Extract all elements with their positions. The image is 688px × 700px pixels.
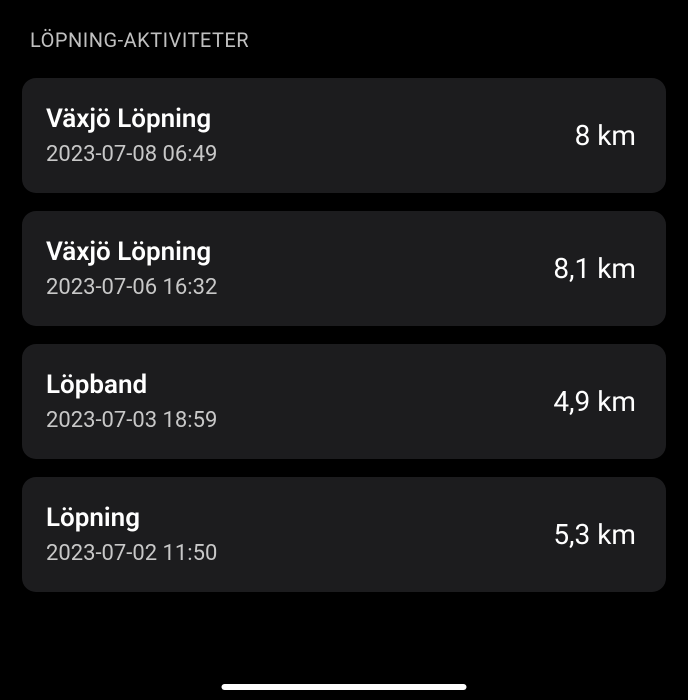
activity-distance: 5,3 km: [553, 518, 636, 551]
activity-title: Växjö Löpning: [46, 237, 217, 267]
activity-card[interactable]: Växjö Löpning 2023-07-06 16:32 8,1 km: [22, 211, 666, 326]
activity-date: 2023-07-03 18:59: [46, 408, 217, 433]
activity-card[interactable]: Löpning 2023-07-02 11:50 5,3 km: [22, 477, 666, 592]
section-header: LÖPNING-AKTIVITETER: [22, 28, 666, 52]
activity-list: Växjö Löpning 2023-07-08 06:49 8 km Växj…: [22, 78, 666, 592]
activity-title: Löpning: [46, 503, 217, 533]
activity-date: 2023-07-06 16:32: [46, 275, 217, 300]
activity-distance: 4,9 km: [553, 385, 636, 418]
activity-title: Växjö Löpning: [46, 104, 217, 134]
activity-info: Löpband 2023-07-03 18:59: [46, 370, 217, 433]
activity-info: Växjö Löpning 2023-07-08 06:49: [46, 104, 217, 167]
activity-card[interactable]: Löpband 2023-07-03 18:59 4,9 km: [22, 344, 666, 459]
activity-date: 2023-07-02 11:50: [46, 541, 217, 566]
home-indicator[interactable]: [222, 684, 467, 690]
activity-title: Löpband: [46, 370, 217, 400]
activity-card[interactable]: Växjö Löpning 2023-07-08 06:49 8 km: [22, 78, 666, 193]
activity-distance: 8,1 km: [553, 252, 636, 285]
activity-info: Löpning 2023-07-02 11:50: [46, 503, 217, 566]
activity-info: Växjö Löpning 2023-07-06 16:32: [46, 237, 217, 300]
activity-date: 2023-07-08 06:49: [46, 142, 217, 167]
activity-distance: 8 km: [575, 119, 636, 152]
